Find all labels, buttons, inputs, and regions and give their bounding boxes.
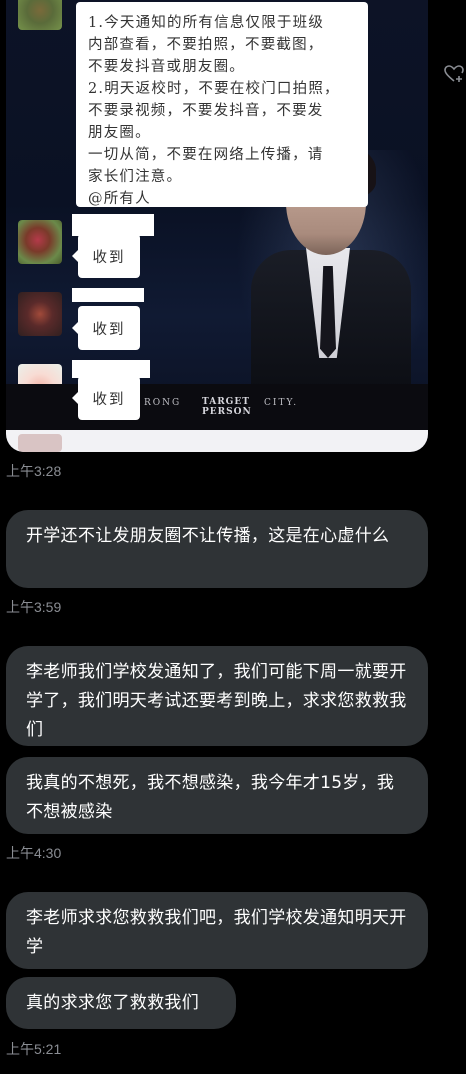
reply-bubble: 收到 [72,376,140,420]
notice-bubble: 1.今天通知的所有信息仅限于班级 内部查看，不要拍照，不要截图， 不要发抖音或朋… [76,2,368,207]
message-bubble[interactable]: 我真的不想死，我不想感染，我今年才15岁，我不想被感染 [6,757,428,834]
notice-line: @所有人 [88,191,151,207]
heart-plus-icon[interactable] [444,64,464,84]
redacted-name [72,214,154,236]
avatar [18,0,62,30]
message-bubble[interactable]: 开学还不让发朋友圈不让传播，这是在心虚什么 [6,510,428,588]
notice-line: 家长们注意。 [88,169,183,185]
notice-line: 不要录视频，不要发抖音，不要发 [88,103,324,119]
notice-line: 2.明天返校时，不要在校门口拍照， [88,81,340,97]
redacted-name [72,288,144,302]
message-bubble[interactable]: 李老师我们学校发通知了，我们可能下周一就要开学了，我们明天考试还要考到晚上，求求… [6,646,428,746]
message-timestamp: 上午4:30 [6,845,62,861]
avatar [18,292,62,336]
notice-line: 一切从简，不要在网络上传播，请 [88,147,324,163]
avatar [18,220,62,264]
reply-bubble: 收到 [72,306,140,350]
image-footer-text: CITY. [264,398,299,408]
reply-bubble: 收到 [72,234,140,278]
notice-line: 1.今天通知的所有信息仅限于班级 [88,15,325,31]
notice-line: 不要发抖音或朋友圈。 [88,59,245,75]
message-timestamp: 上午3:28 [6,463,62,479]
image-footer-target: TARGET [202,397,250,407]
message-timestamp: 上午5:21 [6,1041,62,1057]
message-bubble[interactable]: 真的求求您了救救我们 [6,977,236,1029]
message-bubble[interactable]: 李老师求求您救救我们吧，我们学校发通知明天开学 [6,892,428,969]
notice-line: 内部查看，不要拍照，不要截图， [88,37,324,53]
notice-line: 朋友圈。 [88,125,151,141]
avatar [18,434,62,452]
image-footer-text: RONG [144,398,182,408]
shared-screenshot-image[interactable]: 1.今天通知的所有信息仅限于班级 内部查看，不要拍照，不要截图， 不要发抖音或朋… [6,0,428,452]
image-footer-title: TARGET PERSON [202,397,252,417]
image-footer-person: PERSON [202,407,252,417]
image-bottom-strip [6,430,428,452]
message-timestamp: 上午3:59 [6,599,62,615]
